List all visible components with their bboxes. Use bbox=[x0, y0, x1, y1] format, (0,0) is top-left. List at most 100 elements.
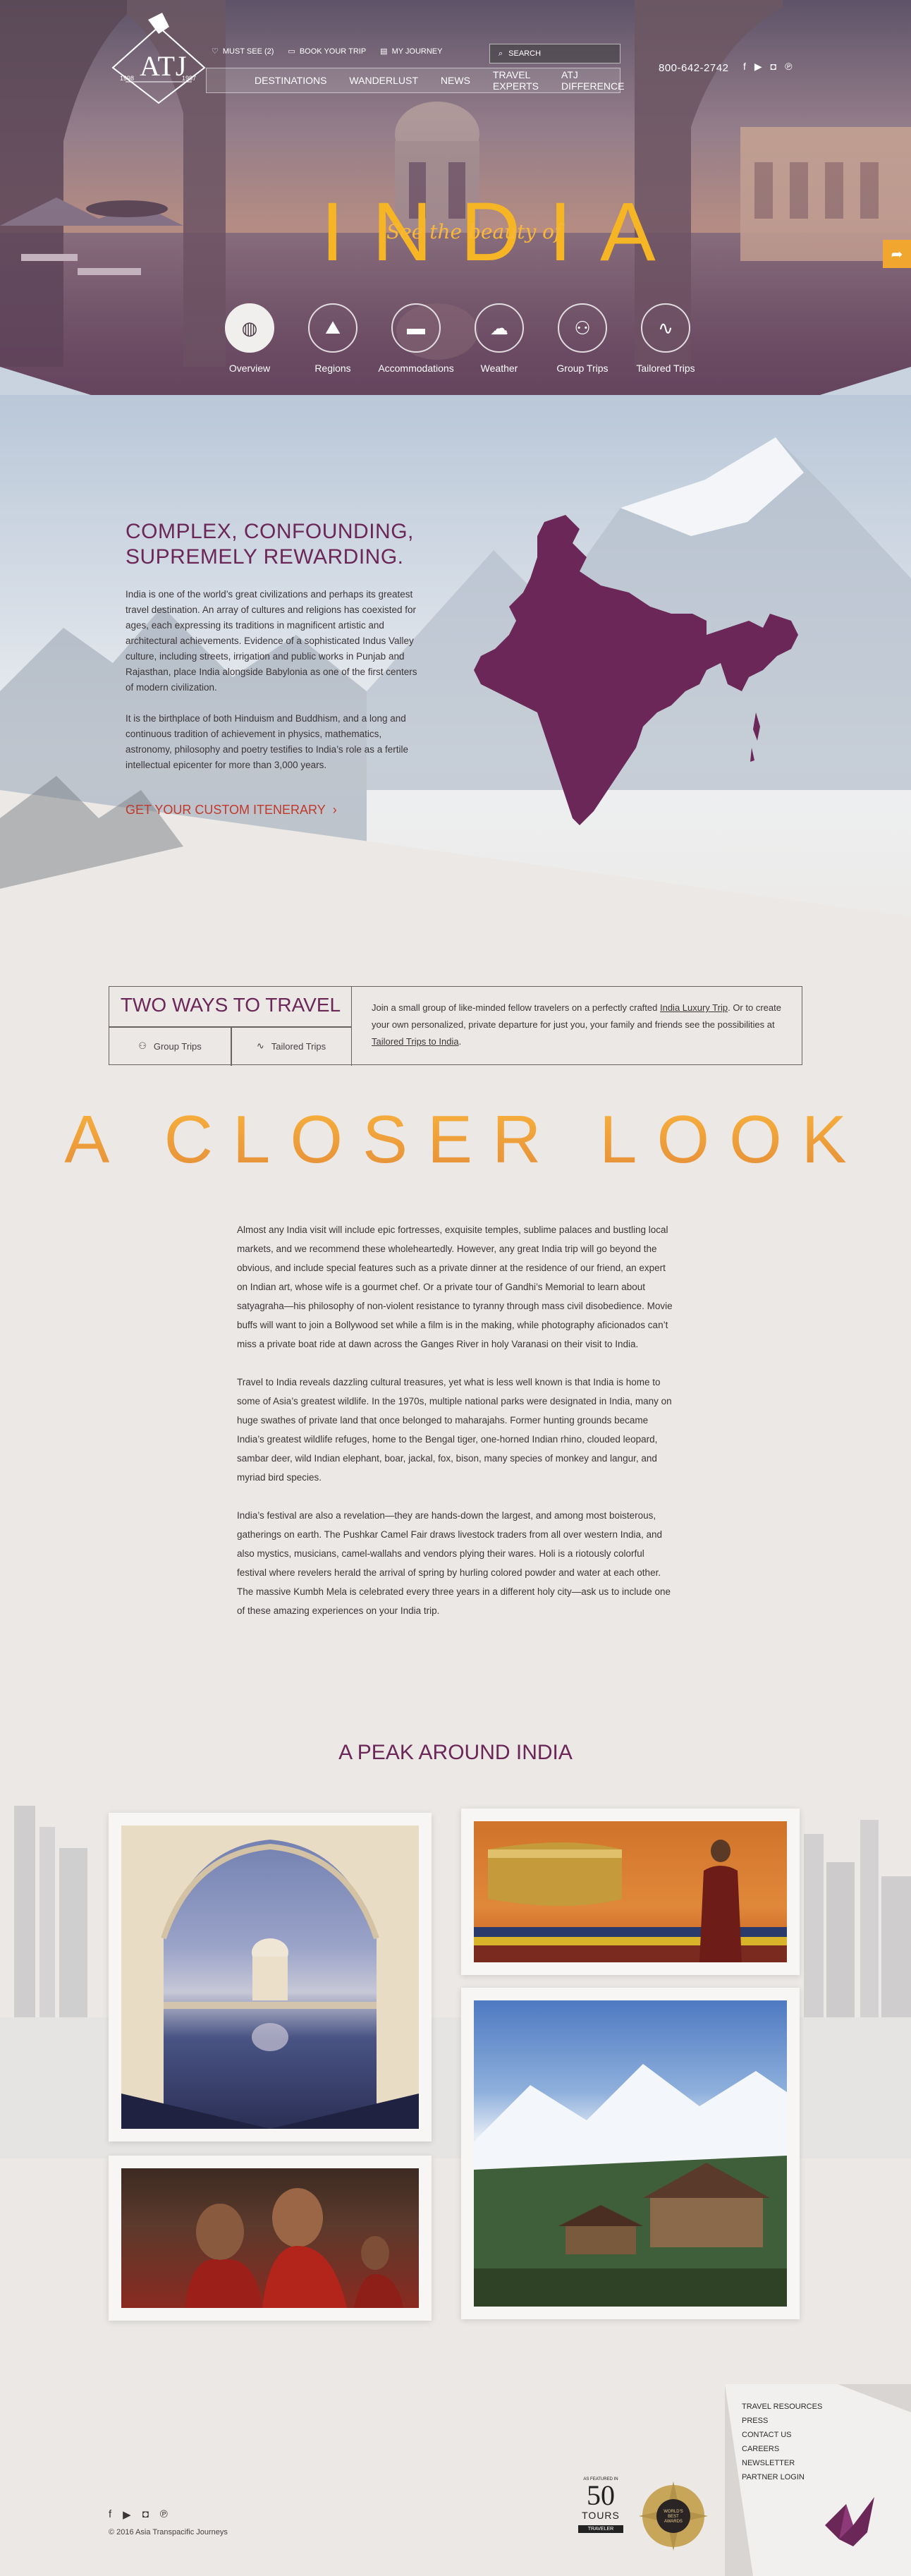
destination-subnav: ◍ Overview ⛰ Regions ▬ Accommodations ☁ … bbox=[221, 303, 695, 374]
photo-palace-arch[interactable] bbox=[109, 1813, 432, 2141]
intro-paragraph: It is the birthplace of both Hinduism an… bbox=[126, 713, 408, 770]
tailored-trips-india-link[interactable]: Tailored Trips to India bbox=[372, 1036, 459, 1047]
copyright: © 2016 Asia Transpacific Journeys bbox=[109, 2528, 228, 2536]
nav-wanderlust[interactable]: WANDERLUST bbox=[338, 68, 429, 92]
logo-text: ATJ bbox=[140, 50, 188, 82]
subnav-label: Overview bbox=[228, 363, 271, 374]
book-trip-link[interactable]: ▭ BOOK YOUR TRIP bbox=[288, 47, 366, 56]
youtube-icon[interactable]: ▶ bbox=[754, 61, 762, 73]
pinterest-icon[interactable]: ℗ bbox=[160, 2508, 168, 2521]
monks-image bbox=[121, 2168, 419, 2308]
custom-itinerary-link[interactable]: GET YOUR CUSTOM ITENERARY › bbox=[126, 803, 337, 818]
my-journey-label: MY JOURNEY bbox=[391, 47, 443, 56]
subnav-weather[interactable]: ☁ Weather bbox=[471, 303, 527, 374]
photo-himalayan-temple[interactable] bbox=[461, 1988, 800, 2319]
path-icon: ∿ bbox=[641, 303, 690, 353]
mountain-icon: ⛰ bbox=[308, 303, 357, 353]
nav-destinations[interactable]: DESTINATIONS bbox=[207, 68, 338, 92]
footer: TRAVEL RESOURCES PRESS CONTACT US CAREER… bbox=[0, 2384, 911, 2576]
badge-bottom: TRAVELER bbox=[578, 2525, 623, 2533]
two-ways-title: TWO WAYS TO TRAVEL bbox=[120, 994, 341, 1016]
india-map[interactable] bbox=[467, 515, 805, 839]
palace-arch-image bbox=[121, 1825, 419, 2129]
prayer-wheel-image bbox=[474, 1821, 787, 1962]
group-trips-option[interactable]: ⚇ Group Trips bbox=[109, 1026, 231, 1066]
footer-link-newsletter[interactable]: NEWSLETTER bbox=[742, 2456, 822, 2470]
group-icon: ⚇ bbox=[558, 303, 607, 353]
search-button[interactable]: ⌕ SEARCH bbox=[489, 44, 620, 63]
instagram-icon[interactable]: ◘ bbox=[142, 2508, 149, 2521]
social-links-footer: f ▶ ◘ ℗ bbox=[109, 2508, 168, 2521]
india-luxury-trip-link[interactable]: India Luxury Trip bbox=[660, 1002, 728, 1013]
tailored-trips-option[interactable]: ∿ Tailored Trips bbox=[231, 1026, 352, 1066]
utility-bar: ♡ MUST SEE (2) ▭ BOOK YOUR TRIP ▤ MY JOURNE… bbox=[212, 47, 442, 56]
award-text: WORLD'S BEST AWARDS bbox=[664, 2510, 683, 2524]
closer-paragraph: Travel to India reveals dazzling cultura… bbox=[237, 1377, 672, 1483]
worlds-best-award-badge: WORLD'S BEST AWARDS bbox=[635, 2477, 712, 2555]
book-trip-label: BOOK YOUR TRIP bbox=[299, 47, 367, 56]
intro-section: COMPLEX, CONFOUNDING, SUPREMELY REWARDIN… bbox=[0, 395, 911, 988]
nav-atj-difference[interactable]: ATJ DIFFERENCE bbox=[550, 68, 635, 92]
nav-travel-experts[interactable]: TRAVEL EXPERTS bbox=[482, 68, 550, 92]
intro-body: India is one of the world’s great civili… bbox=[126, 587, 425, 789]
group-trips-label: Group Trips bbox=[153, 1040, 202, 1052]
footer-link-press[interactable]: PRESS bbox=[742, 2414, 822, 2428]
hero-subtitle: See the beauty of bbox=[386, 220, 562, 243]
bed-icon: ▬ bbox=[391, 303, 441, 353]
subnav-label: Weather bbox=[480, 363, 518, 374]
footer-link-careers[interactable]: CAREERS bbox=[742, 2442, 822, 2456]
intro-title: COMPLEX, CONFOUNDING, SUPREMELY REWARDIN… bbox=[126, 519, 414, 570]
social-links-top: f ▶ ◘ ℗ bbox=[743, 61, 792, 73]
youtube-icon[interactable]: ▶ bbox=[123, 2508, 131, 2521]
instagram-icon[interactable]: ◘ bbox=[771, 61, 776, 73]
nav-news[interactable]: NEWS bbox=[429, 68, 482, 92]
path-icon: ∿ bbox=[256, 1040, 264, 1051]
two-ways-description: Join a small group of like-minded fellow… bbox=[372, 1000, 788, 1050]
cta-label: GET YOUR CUSTOM ITENERARY bbox=[126, 803, 326, 817]
ticket-icon: ▭ bbox=[288, 47, 295, 56]
facebook-icon[interactable]: f bbox=[743, 61, 746, 73]
photo-monks[interactable] bbox=[109, 2156, 432, 2321]
subnav-group-trips[interactable]: ⚇ Group Trips bbox=[554, 303, 611, 374]
desc-text: Join a small group of like-minded fellow… bbox=[372, 1002, 658, 1013]
subnav-overview[interactable]: ◍ Overview bbox=[221, 303, 278, 374]
pinterest-icon[interactable]: ℗ bbox=[785, 61, 792, 73]
closer-look-body: Almost any India visit will include epic… bbox=[237, 1220, 674, 1639]
closer-look-title: A CLOSER LOOK bbox=[0, 1106, 911, 1174]
heart-icon: ♡ bbox=[212, 47, 219, 56]
badge-number: 50 bbox=[587, 2479, 615, 2511]
share-icon: ➦ bbox=[891, 246, 903, 262]
desc-text: . bbox=[458, 1036, 462, 1047]
must-see-link[interactable]: ♡ MUST SEE (2) bbox=[212, 47, 274, 56]
logo-year-right: 1987 bbox=[182, 75, 197, 82]
subnav-label: Tailored Trips bbox=[636, 363, 695, 374]
subnav-label: Accommodations bbox=[378, 363, 454, 374]
side-share-tab[interactable]: ➦ bbox=[883, 240, 911, 268]
my-journey-link[interactable]: ▤ MY JOURNEY bbox=[380, 47, 442, 56]
intro-title-line-1: COMPLEX, CONFOUNDING, bbox=[126, 520, 414, 543]
subnav-label: Group Trips bbox=[556, 363, 609, 374]
logo-year-left: 1998 bbox=[120, 75, 135, 82]
phone-number[interactable]: 800-642-2742 bbox=[659, 62, 728, 74]
footer-link-travel-resources[interactable]: TRAVEL RESOURCES bbox=[742, 2400, 822, 2414]
footer-link-partner-login[interactable]: PARTNER LOGIN bbox=[742, 2470, 822, 2484]
tailored-trips-label: Tailored Trips bbox=[271, 1040, 326, 1052]
peak-title: A PEAK AROUND INDIA bbox=[338, 1741, 573, 1764]
atj-logo[interactable]: ATJ 1998 1987 bbox=[106, 13, 212, 104]
himalayan-temple-image bbox=[474, 2000, 787, 2307]
book-icon: ▤ bbox=[380, 47, 388, 56]
facebook-icon[interactable]: f bbox=[109, 2508, 111, 2521]
footer-links: TRAVEL RESOURCES PRESS CONTACT US CAREER… bbox=[742, 2400, 822, 2484]
two-ways-box: TWO WAYS TO TRAVEL ⚇ Group Trips ∿ Tailo… bbox=[109, 986, 802, 1066]
subnav-tailored-trips[interactable]: ∿ Tailored Trips bbox=[636, 303, 695, 374]
must-see-label: MUST SEE (2) bbox=[222, 47, 274, 56]
search-icon: ⌕ bbox=[499, 49, 503, 58]
cloud-icon: ☁ bbox=[475, 303, 524, 353]
footer-link-contact-us[interactable]: CONTACT US bbox=[742, 2428, 822, 2442]
paper-crane-icon bbox=[825, 2497, 874, 2546]
chevron-right-icon: › bbox=[332, 803, 337, 817]
subnav-regions[interactable]: ⛰ Regions bbox=[305, 303, 361, 374]
badge-word: TOURS bbox=[582, 2510, 620, 2521]
subnav-accommodations[interactable]: ▬ Accommodations bbox=[378, 303, 454, 374]
photo-prayer-wheel[interactable] bbox=[461, 1809, 800, 1975]
